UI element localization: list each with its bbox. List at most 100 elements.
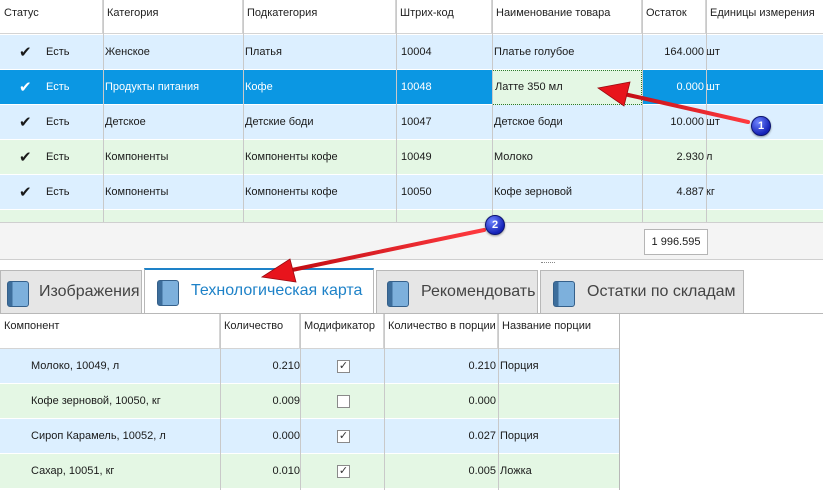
products-grid: Статус Категория Подкатегория Штрих-код … bbox=[0, 0, 823, 222]
table-row[interactable]: ✔ Есть Детское Детские боди 10047 Детско… bbox=[0, 105, 823, 140]
category-cell: Компоненты bbox=[105, 151, 169, 163]
unit-cell: шт bbox=[706, 46, 720, 58]
column-header-portion-name[interactable]: Название порции bbox=[498, 314, 619, 349]
stock-total: 1 996.595 bbox=[644, 229, 708, 255]
column-header-status[interactable]: Статус bbox=[0, 0, 103, 34]
column-header-barcode[interactable]: Штрих-код bbox=[396, 0, 492, 34]
quantity-cell: 0.000 bbox=[272, 430, 300, 442]
category-cell: Компоненты bbox=[105, 186, 169, 198]
barcode-cell: 10050 bbox=[401, 186, 432, 198]
modifier-checkbox[interactable]: ✓ bbox=[337, 430, 350, 443]
portion-name-cell: Порция bbox=[500, 360, 539, 372]
check-icon: ✔ bbox=[19, 114, 32, 131]
check-icon: ✔ bbox=[19, 184, 32, 201]
column-header-category[interactable]: Категория bbox=[103, 0, 243, 34]
unit-cell: шт bbox=[706, 81, 720, 93]
barcode-cell: 10004 bbox=[401, 46, 432, 58]
portion-qty-cell: 0.005 bbox=[468, 465, 496, 477]
table-row-partial[interactable] bbox=[0, 210, 823, 222]
subcategory-cell: Кофе bbox=[245, 81, 273, 93]
table-row[interactable]: ✔ Есть Компоненты Компоненты кофе 10049 … bbox=[0, 140, 823, 175]
table-row[interactable]: Сахар, 10051, кг 0.010 ✓ 0.005 Ложка bbox=[0, 454, 619, 489]
column-divider bbox=[384, 314, 385, 490]
product-name-cell: Латте 350 мл bbox=[495, 81, 563, 93]
quantity-cell: 0.010 bbox=[272, 465, 300, 477]
column-divider bbox=[498, 314, 499, 490]
column-header-product-name[interactable]: Наименование товара bbox=[492, 0, 642, 34]
portion-name-cell: Ложка bbox=[500, 465, 532, 477]
component-cell: Сироп Карамель, 10052, л bbox=[31, 430, 166, 442]
column-header-modifier[interactable]: Модификатор bbox=[300, 314, 384, 349]
column-divider bbox=[103, 0, 104, 222]
column-header-component[interactable]: Компонент bbox=[0, 314, 220, 349]
check-icon: ✔ bbox=[19, 44, 32, 61]
stock-cell: 4.887 bbox=[676, 186, 704, 198]
quantity-cell: 0.009 bbox=[272, 395, 300, 407]
status-cell: Есть bbox=[46, 151, 70, 163]
book-icon bbox=[157, 280, 179, 306]
detail-tabs: Изображения Технологическая карта Рекоме… bbox=[0, 266, 823, 314]
unit-cell: кг bbox=[706, 186, 715, 198]
stock-cell: 0.000 bbox=[676, 81, 704, 93]
tab-label: Изображения bbox=[39, 283, 140, 300]
splitter-handle[interactable] bbox=[541, 262, 555, 265]
annotation-badge-1: 1 bbox=[751, 116, 771, 136]
table-row-selected[interactable]: ✔ Есть Продукты питания Кофе 10048 Латте… bbox=[0, 70, 823, 105]
components-grid-header: Компонент Количество Модификатор Количес… bbox=[0, 314, 619, 349]
tab-images[interactable]: Изображения bbox=[0, 270, 142, 314]
tab-label: Остатки по складам bbox=[587, 283, 736, 300]
column-header-subcategory[interactable]: Подкатегория bbox=[243, 0, 396, 34]
column-divider bbox=[706, 0, 707, 222]
annotation-badge-2: 2 bbox=[485, 215, 505, 235]
column-header-quantity[interactable]: Количество bbox=[220, 314, 300, 349]
table-row[interactable]: Кофе зерновой, 10050, кг 0.009 0.000 bbox=[0, 384, 619, 419]
product-name-cell: Молоко bbox=[494, 151, 533, 163]
column-divider bbox=[300, 314, 301, 490]
barcode-cell: 10047 bbox=[401, 116, 432, 128]
status-cell: Есть bbox=[46, 46, 70, 58]
book-icon bbox=[7, 281, 29, 307]
tab-tech-card[interactable]: Технологическая карта bbox=[144, 268, 374, 314]
subcategory-cell: Платья bbox=[245, 46, 282, 58]
table-row[interactable]: ✔ Есть Женское Платья 10004 Платье голуб… bbox=[0, 35, 823, 70]
modifier-checkbox[interactable] bbox=[337, 395, 350, 408]
table-row[interactable]: ✔ Есть Компоненты Компоненты кофе 10050 … bbox=[0, 175, 823, 210]
subcategory-cell: Компоненты кофе bbox=[245, 186, 338, 198]
portion-qty-cell: 0.000 bbox=[468, 395, 496, 407]
component-cell: Молоко, 10049, л bbox=[31, 360, 120, 372]
check-icon: ✔ bbox=[19, 149, 32, 166]
column-header-stock[interactable]: Остаток bbox=[642, 0, 706, 34]
category-cell: Детское bbox=[105, 116, 146, 128]
tab-warehouse-stock[interactable]: Остатки по складам bbox=[540, 270, 744, 314]
modifier-checkbox[interactable]: ✓ bbox=[337, 465, 350, 478]
product-name-cell: Детское боди bbox=[494, 116, 563, 128]
column-header-unit[interactable]: Единицы измерения bbox=[706, 0, 823, 34]
table-row[interactable]: Молоко, 10049, л 0.210 ✓ 0.210 Порция bbox=[0, 349, 619, 384]
component-cell: Кофе зерновой, 10050, кг bbox=[31, 395, 161, 407]
column-header-portion-qty[interactable]: Количество в порции bbox=[384, 314, 498, 349]
tab-label: Технологическая карта bbox=[191, 282, 363, 299]
components-grid: Компонент Количество Модификатор Количес… bbox=[0, 314, 620, 490]
focused-cell[interactable]: Латте 350 мл bbox=[492, 70, 642, 105]
status-cell: Есть bbox=[46, 116, 70, 128]
portion-qty-cell: 0.210 bbox=[468, 360, 496, 372]
category-cell: Женское bbox=[105, 46, 150, 58]
category-cell: Продукты питания bbox=[105, 81, 200, 93]
subcategory-cell: Компоненты кофе bbox=[245, 151, 338, 163]
check-icon: ✔ bbox=[19, 79, 32, 96]
component-cell: Сахар, 10051, кг bbox=[31, 465, 115, 477]
column-divider bbox=[396, 0, 397, 222]
products-grid-header: Статус Категория Подкатегория Штрих-код … bbox=[0, 0, 823, 34]
tab-recommend[interactable]: Рекомендовать bbox=[376, 270, 538, 314]
subcategory-cell: Детские боди bbox=[245, 116, 314, 128]
product-name-cell: Кофе зерновой bbox=[494, 186, 573, 198]
table-row[interactable]: Сироп Карамель, 10052, л 0.000 ✓ 0.027 П… bbox=[0, 419, 619, 454]
product-name-cell: Платье голубое bbox=[494, 46, 575, 58]
modifier-checkbox[interactable]: ✓ bbox=[337, 360, 350, 373]
barcode-cell: 10048 bbox=[401, 81, 432, 93]
column-divider bbox=[492, 0, 493, 222]
portion-name-cell: Порция bbox=[500, 430, 539, 442]
stock-cell: 164.000 bbox=[664, 46, 704, 58]
book-icon bbox=[553, 281, 575, 307]
unit-cell: шт bbox=[706, 116, 720, 128]
